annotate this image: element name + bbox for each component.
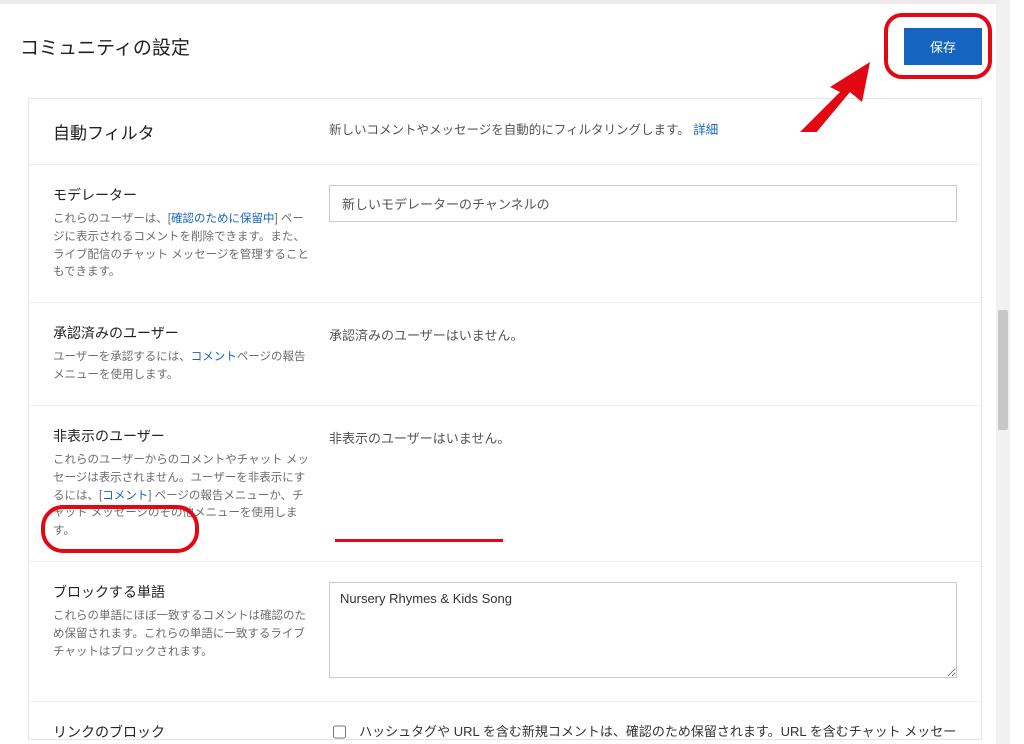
section-approved-users: 承認済みのユーザー ユーザーを承認するには、コメントページの報告メニューを使用し… bbox=[29, 303, 981, 406]
block-links-checkbox[interactable] bbox=[333, 724, 346, 740]
hidden-empty-text: 非表示のユーザーはいません。 bbox=[329, 426, 957, 447]
hidden-title: 非表示のユーザー bbox=[53, 426, 311, 446]
approved-desc: ユーザーを承認するには、コメントページの報告メニューを使用します。 bbox=[53, 349, 311, 385]
approved-desc-before: ユーザーを承認するには、 bbox=[53, 351, 191, 363]
approved-comment-link[interactable]: コメント bbox=[191, 351, 237, 363]
save-button[interactable]: 保存 bbox=[904, 28, 982, 65]
section-hidden-users: 非表示のユーザー これらのユーザーからのコメントやチャット メッセージは表示され… bbox=[29, 406, 981, 562]
section-block-links: リンクのブロック ハッシュタグや URL を含む新規コメントは、確認のため保留さ… bbox=[29, 702, 981, 740]
approved-title: 承認済みのユーザー bbox=[53, 323, 311, 343]
section-moderators: モデレーター これらのユーザーは、[確認のために保留中] ページに表示されるコメ… bbox=[29, 165, 981, 303]
auto-filter-desc-text: 新しいコメントやメッセージを自動的にフィルタリングします。 bbox=[329, 123, 690, 137]
auto-filter-desc: 新しいコメントやメッセージを自動的にフィルタリングします。 詳細 bbox=[329, 123, 718, 137]
page-title: コミュニティの設定 bbox=[20, 33, 190, 60]
scrollbar-thumb[interactable] bbox=[998, 310, 1008, 430]
blocked-words-textarea[interactable] bbox=[329, 582, 957, 678]
section-blocked-words: ブロックする単語 これらの単語にほぼ一致するコメントは確認のため保留されます。こ… bbox=[29, 562, 981, 702]
blocked-words-desc: これらの単語にほぼ一致するコメントは確認のため保留されます。これらの単語に一致す… bbox=[53, 608, 311, 661]
moderators-desc: これらのユーザーは、[確認のために保留中] ページに表示されるコメントを削除でき… bbox=[53, 211, 311, 282]
hidden-comment-link[interactable]: コメント bbox=[102, 490, 148, 502]
moderators-pending-link[interactable]: 確認のために保留中 bbox=[171, 213, 275, 225]
moderators-title: モデレーター bbox=[53, 185, 311, 205]
page-header: コミュニティの設定 保存 bbox=[0, 4, 1010, 90]
hidden-desc: これらのユーザーからのコメントやチャット メッセージは表示されません。ユーザーを… bbox=[53, 452, 311, 541]
moderator-channel-input[interactable] bbox=[329, 185, 957, 222]
auto-filter-detail-link[interactable]: 詳細 bbox=[693, 123, 718, 137]
block-links-label: ハッシュタグや URL を含む新規コメントは、確認のため保留されます。URL を… bbox=[359, 722, 957, 740]
page-scrollbar[interactable] bbox=[996, 0, 1010, 744]
blocked-words-title: ブロックする単語 bbox=[53, 582, 311, 602]
auto-filter-heading: 自動フィルタ bbox=[53, 119, 311, 144]
moderators-desc-before: これらのユーザーは、[ bbox=[53, 213, 171, 225]
block-links-title: リンクのブロック bbox=[53, 722, 311, 740]
section-auto-filter: 自動フィルタ 新しいコメントやメッセージを自動的にフィルタリングします。 詳細 bbox=[29, 99, 981, 165]
settings-card: 自動フィルタ 新しいコメントやメッセージを自動的にフィルタリングします。 詳細 … bbox=[28, 98, 982, 740]
approved-empty-text: 承認済みのユーザーはいません。 bbox=[329, 323, 957, 344]
